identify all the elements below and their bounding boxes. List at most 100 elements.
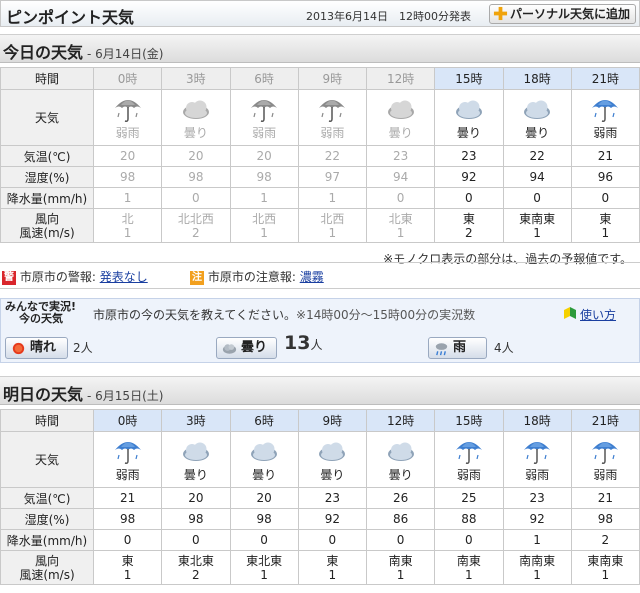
- weather-cell: 弱雨: [92, 431, 163, 488]
- warning-link[interactable]: 発表なし: [100, 270, 148, 284]
- weather-label: 曇り: [183, 468, 208, 482]
- hour-header: 0時: [92, 67, 163, 90]
- rain-count: 4人: [494, 341, 514, 355]
- wind-speed: 1: [533, 567, 541, 582]
- sun-icon: [12, 342, 25, 355]
- wind-speed: 2: [465, 225, 473, 240]
- plus-icon: [493, 6, 508, 21]
- advisory-link[interactable]: 濃霧: [300, 270, 324, 284]
- umbrella-icon: [592, 100, 619, 122]
- wind-speed: 1: [260, 567, 268, 582]
- add-personal-weather-button[interactable]: パーソナル天気に追加: [489, 4, 636, 24]
- hour-header: 0時: [92, 409, 163, 432]
- wind-speed: 1: [533, 225, 541, 240]
- humidity-cell: 98: [229, 508, 299, 530]
- humidity-cell: 94: [365, 166, 436, 188]
- wind-direction: 南東: [456, 553, 481, 568]
- wind-direction: 南東: [388, 553, 413, 568]
- humidity-cell: 98: [229, 166, 299, 188]
- weather-cell: 弱雨: [570, 431, 640, 488]
- hour-header: 15時: [434, 67, 504, 90]
- humidity-row-label: 湿度(%): [0, 166, 94, 188]
- wind-cell: 南東 1: [434, 550, 504, 585]
- precip-cell: 0: [365, 529, 436, 551]
- temp-cell: 21: [570, 487, 640, 509]
- cloud-icon: [387, 442, 414, 461]
- precip-row-label: 降水量(mm/h): [0, 187, 94, 209]
- divider: [0, 262, 640, 263]
- advisory-icon: 注: [190, 270, 204, 285]
- vote-rain-button[interactable]: 雨: [428, 337, 487, 359]
- wind-direction: 南南東: [519, 553, 556, 568]
- wind-cell: 東北東 1: [229, 550, 299, 585]
- hour-header: 3時: [161, 409, 231, 432]
- precip-cell: 1: [92, 187, 163, 209]
- humidity-cell: 98: [161, 166, 231, 188]
- weather-cell: 弱雨: [570, 89, 640, 146]
- temp-cell: 20: [161, 487, 231, 509]
- temp-row-label: 気温(℃): [0, 145, 94, 167]
- wind-cell: 東南東 1: [502, 208, 572, 243]
- wind-cell: 北東 1: [365, 208, 436, 243]
- cloud-icon: [387, 100, 414, 119]
- wind-speed: 1: [601, 225, 610, 240]
- wind-direction: 東: [326, 553, 339, 568]
- wind-direction: 北西: [252, 211, 277, 226]
- wind-speed: 1: [396, 225, 405, 240]
- weather-row-label: 天気: [0, 89, 94, 146]
- wind-speed: 2: [192, 225, 200, 240]
- humidity-cell: 92: [502, 508, 572, 530]
- vote-cloudy-button[interactable]: 曇り: [216, 337, 277, 359]
- rain-icon: [435, 343, 448, 356]
- temp-cell: 22: [502, 145, 572, 167]
- hour-header: 18時: [502, 67, 572, 90]
- temp-cell: 20: [92, 145, 163, 167]
- tomorrow-date: - 6月15日(土): [87, 389, 164, 403]
- umbrella-icon: [114, 442, 141, 464]
- wind-cell: 南南東 1: [502, 550, 572, 585]
- humidity-cell: 98: [161, 508, 231, 530]
- temp-cell: 23: [297, 487, 368, 509]
- wind-cell: 北1: [92, 208, 163, 243]
- humidity-cell: 86: [365, 508, 436, 530]
- help-link[interactable]: 使い方: [580, 306, 616, 323]
- weather-label: 弱雨: [593, 126, 618, 140]
- temp-cell: 23: [502, 487, 572, 509]
- weather-label: 弱雨: [252, 126, 277, 140]
- precip-cell: 1: [297, 187, 368, 209]
- humidity-cell: 96: [570, 166, 640, 188]
- wind-speed: 1: [328, 225, 337, 240]
- wind-direction: 東: [121, 553, 134, 568]
- humidity-cell: 98: [92, 166, 163, 188]
- hour-header: 12時: [365, 409, 436, 432]
- weather-label: 弱雨: [593, 468, 618, 482]
- precip-cell: 1: [229, 187, 299, 209]
- humidity-cell: 97: [297, 166, 368, 188]
- today-forecast-table: 時間 0時 3時 6時 9時 12時 15時 18時 21時 天気 弱雨 曇り 弱雨 弱雨 曇り 曇り 曇り 弱雨…: [0, 67, 640, 243]
- wind-cell: 南東 1: [365, 550, 436, 585]
- umbrella-icon: [319, 100, 346, 122]
- vote-sunny-button[interactable]: 晴れ: [5, 337, 68, 359]
- time-header-label: 時間: [0, 67, 94, 90]
- temp-cell: 25: [434, 487, 504, 509]
- divider: [0, 288, 640, 289]
- wind-cell: 北北西 2: [161, 208, 231, 243]
- hour-header: 18時: [502, 409, 572, 432]
- weather-label: 曇り: [320, 468, 345, 482]
- wind-row-label: 風向 風速(m/s): [0, 208, 94, 243]
- hour-header: 6時: [229, 409, 299, 432]
- weather-cell: 弱雨: [92, 89, 163, 146]
- cloud-icon: [524, 100, 551, 119]
- weather-label: 曇り: [456, 126, 481, 140]
- wind-direction: 東北東: [246, 553, 283, 568]
- hour-header: 9時: [297, 409, 368, 432]
- temp-row-label: 気温(℃): [0, 487, 94, 509]
- hour-header: 12時: [365, 67, 436, 90]
- precip-cell: 2: [570, 529, 640, 551]
- humidity-cell: 92: [434, 166, 504, 188]
- precip-cell: 0: [229, 529, 299, 551]
- wind-speed: 1: [123, 567, 132, 582]
- wind-cell: 北西 1: [229, 208, 299, 243]
- weather-cell: 曇り: [229, 431, 299, 488]
- weather-label: 曇り: [183, 126, 208, 140]
